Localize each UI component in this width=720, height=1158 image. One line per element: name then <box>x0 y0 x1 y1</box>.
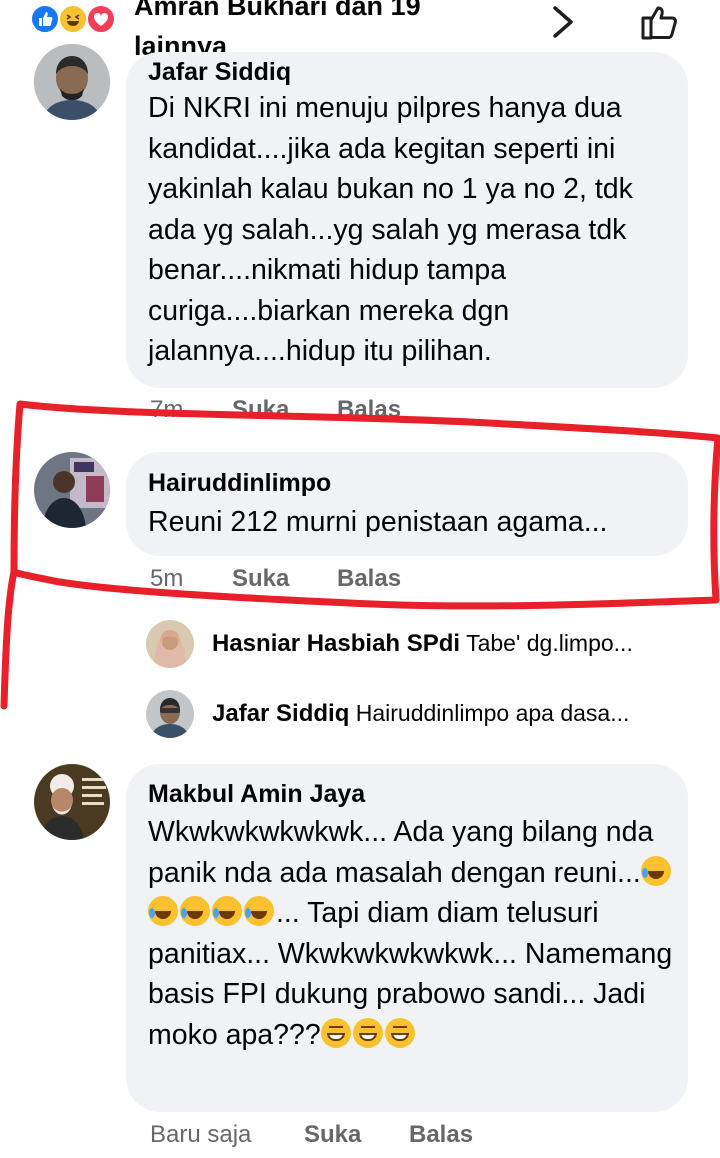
red-highlight-annotation <box>0 400 720 710</box>
